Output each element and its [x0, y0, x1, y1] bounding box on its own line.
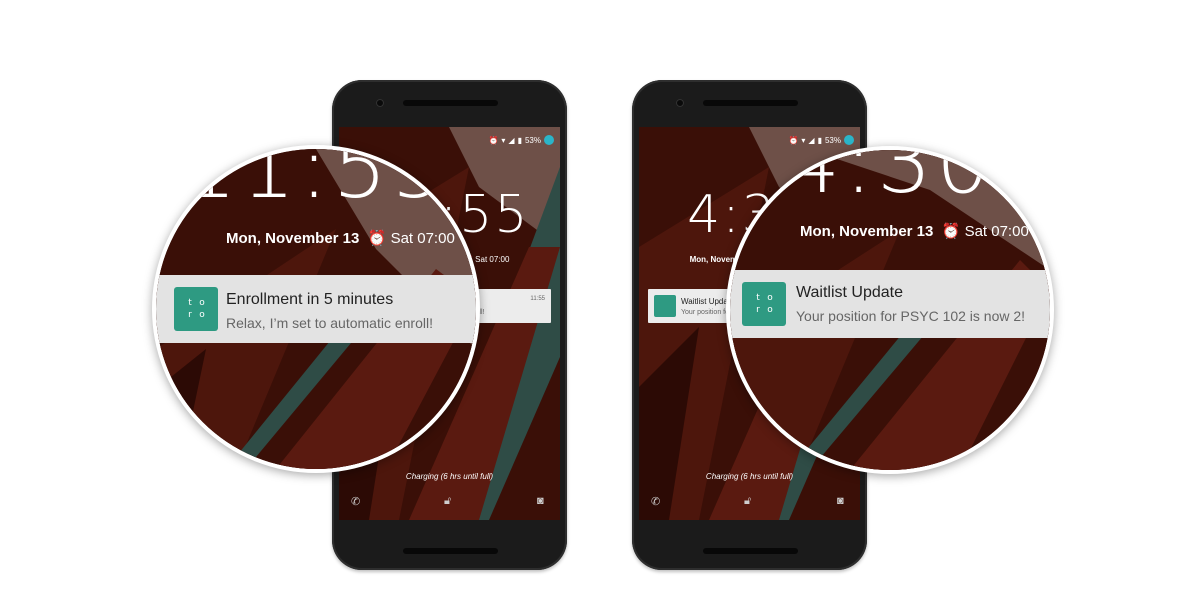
alarm-text: Sat 07:00: [390, 230, 455, 247]
lock-shortcuts: ✆ 🔓︎ ◙: [339, 495, 560, 509]
phone-icon[interactable]: ✆: [351, 495, 360, 508]
battery-icon: ▮: [817, 135, 822, 145]
user-avatar-icon[interactable]: [544, 135, 554, 145]
notification-title: Enrollment in 5 minutes: [226, 291, 394, 308]
alarm-icon: ⏰: [788, 135, 799, 145]
toro-logo: toro: [742, 282, 786, 326]
wifi-icon: ▾: [501, 135, 506, 145]
top-speaker: [403, 100, 498, 106]
battery-percent: 53%: [524, 135, 541, 145]
left-magnifier: 11:55 Mon, November 13 ⏰ Sat 07:00 toro …: [152, 145, 480, 473]
notification-time: 11:55: [530, 296, 545, 302]
magnified-notification[interactable]: toro Waitlist Update Your position for P…: [730, 270, 1050, 338]
status-bar: ⏰ ▾ ◢ ▮ 53%: [788, 135, 854, 145]
alarm-icon: ⏰: [363, 230, 391, 247]
lock-icon[interactable]: 🔓︎: [744, 495, 751, 508]
camera-icon[interactable]: ◙: [537, 495, 544, 507]
right-magnifier: 4:30 Mon, November 13 ⏰ Sat 07:00 toro W…: [726, 146, 1054, 474]
front-camera: [676, 99, 684, 107]
magnified-date: Mon, November 13 ⏰ Sat 07:00: [800, 222, 1029, 240]
wifi-icon: ▾: [801, 135, 806, 145]
toro-logo-text: toro: [188, 298, 205, 320]
battery-icon: ▮: [517, 135, 522, 145]
charging-status: Charging (6 hrs until full): [405, 472, 494, 481]
magnified-clock: 4:30: [785, 146, 995, 213]
date-text: Mon, November 13: [226, 230, 360, 247]
lock-icon[interactable]: 🔓︎: [444, 495, 451, 508]
notification-body: Your position for PSYC 102 is now 2!: [796, 308, 1026, 324]
magnified-date: Mon, November 13 ⏰ Sat 07:00: [226, 229, 455, 247]
notification-body: Relax, I’m set to automatic enroll!: [226, 315, 433, 331]
toro-logo-text: toro: [756, 293, 773, 315]
bottom-speaker: [703, 548, 798, 554]
charging-status: Charging (6 hrs until full): [705, 472, 794, 481]
magnified-notification[interactable]: toro Enrollment in 5 minutes Relax, I’m …: [156, 275, 476, 343]
signal-icon: ◢: [808, 135, 815, 145]
toro-logo: toro: [174, 287, 218, 331]
battery-percent: 53%: [824, 135, 841, 145]
phone-icon[interactable]: ✆: [651, 495, 660, 508]
alarm-text: Sat 07:00: [964, 223, 1029, 240]
date-text: Mon, November 13: [800, 223, 934, 240]
magnified-clock: 11:55: [182, 145, 450, 218]
user-avatar-icon[interactable]: [844, 135, 854, 145]
alarm-icon: ⏰: [488, 135, 499, 145]
alarm-text: Sat 07:00: [475, 255, 510, 264]
top-speaker: [703, 100, 798, 106]
notification-title: Waitlist Update: [796, 284, 903, 301]
status-bar: ⏰ ▾ ◢ ▮ 53%: [488, 135, 554, 145]
camera-icon[interactable]: ◙: [837, 495, 844, 507]
alarm-icon: ⏰: [937, 223, 965, 240]
lock-shortcuts: ✆ 🔓︎ ◙: [639, 495, 860, 509]
toro-logo: [654, 295, 676, 317]
signal-icon: ◢: [508, 135, 515, 145]
bottom-speaker: [403, 548, 498, 554]
front-camera: [376, 99, 384, 107]
